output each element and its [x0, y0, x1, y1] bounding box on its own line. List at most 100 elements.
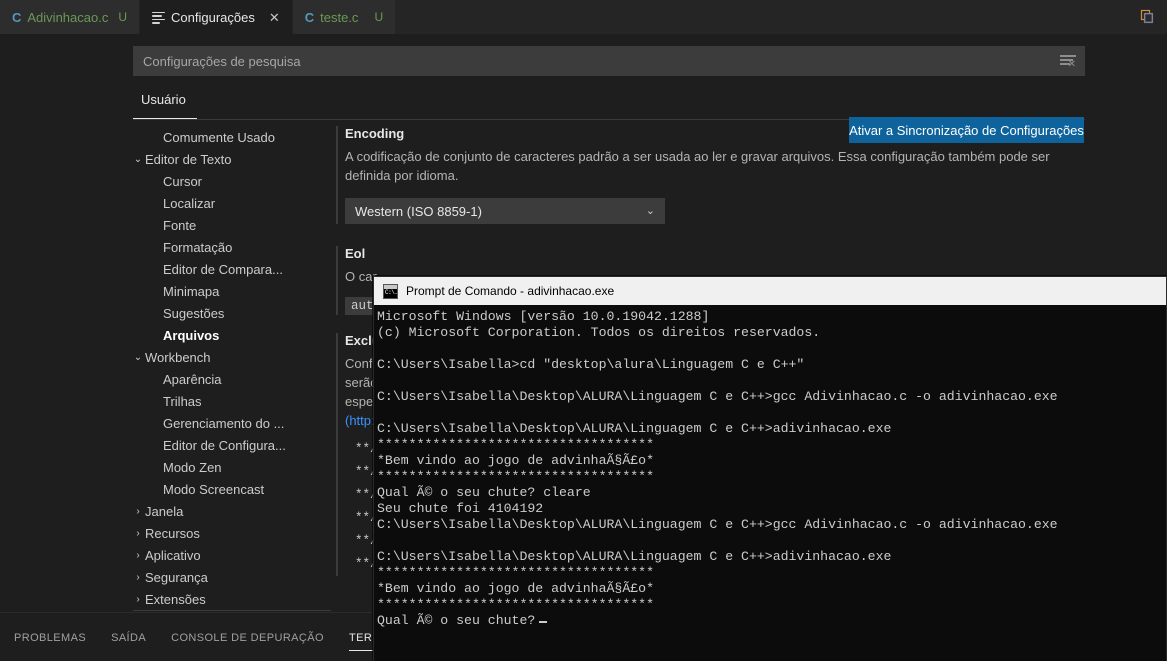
toc-item-label: Formatação	[163, 239, 233, 255]
cmd-line: C:\Users\Isabella>cd "desktop\alura\Ling…	[377, 357, 805, 372]
toc-item-label: Comumente Usado	[163, 129, 275, 145]
chevron-down-icon: ⌄	[133, 153, 143, 165]
cmd-line: C:\Users\Isabella\Desktop\ALURA\Linguage…	[377, 421, 892, 436]
setting-title: Eol	[345, 246, 366, 261]
toc-item[interactable]: Modo Zen	[133, 456, 331, 478]
c-file-icon: C	[304, 9, 315, 25]
toc-item[interactable]: Formatação	[133, 236, 331, 258]
cmd-line: Qual Ã© o seu chute? cleare	[377, 485, 591, 500]
toc-item[interactable]: Cursor	[133, 170, 331, 192]
cmd-line: Seu chute foi 4104192	[377, 501, 544, 516]
cmd-line: ***********************************	[377, 597, 654, 612]
chevron-right-icon: ›	[136, 571, 140, 583]
panel-tab-problemas[interactable]: PROBLEMAS	[14, 632, 86, 651]
toc-item-label: Sugestões	[163, 305, 225, 321]
cmd-line: C:\Users\Isabella\Desktop\ALURA\Linguage…	[377, 517, 1058, 532]
cmd-output[interactable]: Microsoft Windows [versão 10.0.19042.128…	[374, 305, 1166, 661]
toc-item[interactable]: Editor de Compara...	[133, 258, 331, 280]
search-input[interactable]	[133, 46, 1085, 76]
toc-item[interactable]: Arquivos	[133, 324, 331, 346]
cmd-line	[377, 341, 1166, 357]
cmd-title-bar[interactable]: Prompt de Comando - adivinhacao.exe	[374, 277, 1166, 305]
toc-item-label: Editor de Compara...	[163, 261, 283, 277]
chevron-right-icon: ›	[136, 505, 140, 517]
editor-actions	[1137, 0, 1167, 34]
toc-item[interactable]: Comumente Usado	[133, 126, 331, 148]
chevron-right-icon: ›	[136, 549, 140, 561]
tab-configuracoes[interactable]: Configurações ✕	[140, 0, 293, 34]
toc-item-label: Aparência	[163, 371, 222, 387]
toc-item-label: Editor de Texto	[145, 151, 232, 167]
toc-item[interactable]: Trilhas	[133, 390, 331, 412]
toc-item[interactable]: Editor de Configura...	[133, 434, 331, 456]
close-icon[interactable]: ✕	[269, 11, 280, 24]
panel-tabs: PROBLEMASSAÍDACONSOLE DE DEPURAÇÃOTERMIN…	[14, 632, 408, 651]
tab-modified-badge: U	[374, 10, 384, 24]
toc-item-label: Fonte	[163, 217, 197, 233]
panel-clipped-text	[14, 652, 21, 661]
cmd-line: *Bem vindo ao jogo de advinhaÃ§Ã£o*	[377, 453, 654, 468]
panel-tab-console-de-depuração[interactable]: CONSOLE DE DEPURAÇÃO	[171, 632, 324, 651]
toc-item[interactable]: › Segurança	[133, 566, 331, 588]
toc-item[interactable]: Localizar	[133, 192, 331, 214]
toc-item-label: Janela	[145, 503, 184, 519]
tab-label: Adivinhacao.c	[27, 9, 109, 25]
cmd-line	[377, 533, 1166, 549]
encoding-select[interactable]: Western (ISO 8859-1) ⌄	[345, 198, 665, 224]
toc-item[interactable]: › Extensões	[133, 588, 331, 610]
toc-item[interactable]: Fonte	[133, 214, 331, 236]
toc-item[interactable]: Sugestões	[133, 302, 331, 324]
tab-modified-badge: U	[118, 10, 128, 24]
encoding-select-value: Western (ISO 8859-1)	[345, 198, 665, 224]
toc-item-label: Workbench	[145, 349, 211, 365]
toc-item[interactable]: Gerenciamento do ...	[133, 412, 331, 434]
toc-item-label: Segurança	[145, 569, 208, 585]
toc-divider	[133, 610, 331, 611]
toc-item[interactable]: › Janela	[133, 500, 331, 522]
tab-label: teste.c	[320, 9, 359, 25]
toc-item-label: Editor de Configura...	[163, 437, 286, 453]
toc-item[interactable]: Aparência	[133, 368, 331, 390]
cmd-line: Qual Ã© o seu chute?	[377, 613, 1166, 629]
tab-teste-c[interactable]: C teste.c U	[292, 0, 397, 34]
toc-item-label: Gerenciamento do ...	[163, 415, 285, 431]
toc-item[interactable]: › Aplicativo	[133, 544, 331, 566]
toc-item-label: Recursos	[145, 525, 200, 541]
tab-usuario[interactable]: Usuário	[141, 92, 186, 107]
tab-adivinhacao-c[interactable]: C Adivinhacao.c U	[0, 0, 141, 34]
cmd-line	[377, 373, 1166, 389]
setting-title: Encoding	[345, 126, 405, 141]
cmd-line: (c) Microsoft Corporation. Todos os dire…	[377, 325, 821, 340]
clear-filter-icon[interactable]: ✕	[1060, 54, 1076, 70]
cmd-cursor	[539, 621, 548, 623]
toc-item[interactable]: › Recursos	[133, 522, 331, 544]
settings-search: ✕	[133, 46, 1085, 76]
panel-tab-saída[interactable]: SAÍDA	[111, 632, 146, 651]
cmd-console-icon	[383, 283, 398, 299]
chevron-down-icon: ⌄	[645, 205, 655, 217]
split-editor-icon[interactable]	[1137, 7, 1157, 27]
toc-item[interactable]: ⌄ Workbench	[133, 346, 331, 368]
toc-item-label: Modo Screencast	[163, 481, 265, 497]
cmd-line: ***********************************	[377, 565, 654, 580]
cmd-line: Microsoft Windows [versão 10.0.19042.128…	[377, 309, 710, 324]
cmd-line: *Bem vindo ao jogo de advinhaÃ§Ã£o*	[377, 581, 654, 596]
cmd-line: C:\Users\Isabella\Desktop\ALURA\Linguage…	[377, 549, 892, 564]
chevron-down-icon: ⌄	[133, 351, 143, 363]
toc-item-label: Localizar	[163, 195, 216, 211]
toc-item[interactable]: Minimapa	[133, 280, 331, 302]
command-prompt-window[interactable]: Prompt de Comando - adivinhacao.exe Micr…	[373, 276, 1167, 661]
toc-item-label: Trilhas	[163, 393, 202, 409]
toc-item-label: Modo Zen	[163, 459, 222, 475]
cmd-line: C:\Users\Isabella\Desktop\ALURA\Linguage…	[377, 389, 1058, 404]
toc-item[interactable]: Modo Screencast	[133, 478, 331, 500]
toc-item-label: Cursor	[163, 173, 203, 189]
cmd-line: ***********************************	[377, 469, 654, 484]
settings-icon	[152, 11, 166, 24]
c-file-icon: C	[12, 9, 22, 25]
chevron-right-icon: ›	[136, 593, 140, 605]
setting-description: A codificação de conjunto de caracteres …	[345, 149, 1050, 183]
editor-tab-bar: C Adivinhacao.c U Configurações ✕ C test…	[0, 0, 1167, 34]
settings-toc: Comumente Usado ⌄ Editor de Texto Cursor Loc…	[133, 126, 331, 612]
toc-item[interactable]: ⌄ Editor de Texto	[133, 148, 331, 170]
